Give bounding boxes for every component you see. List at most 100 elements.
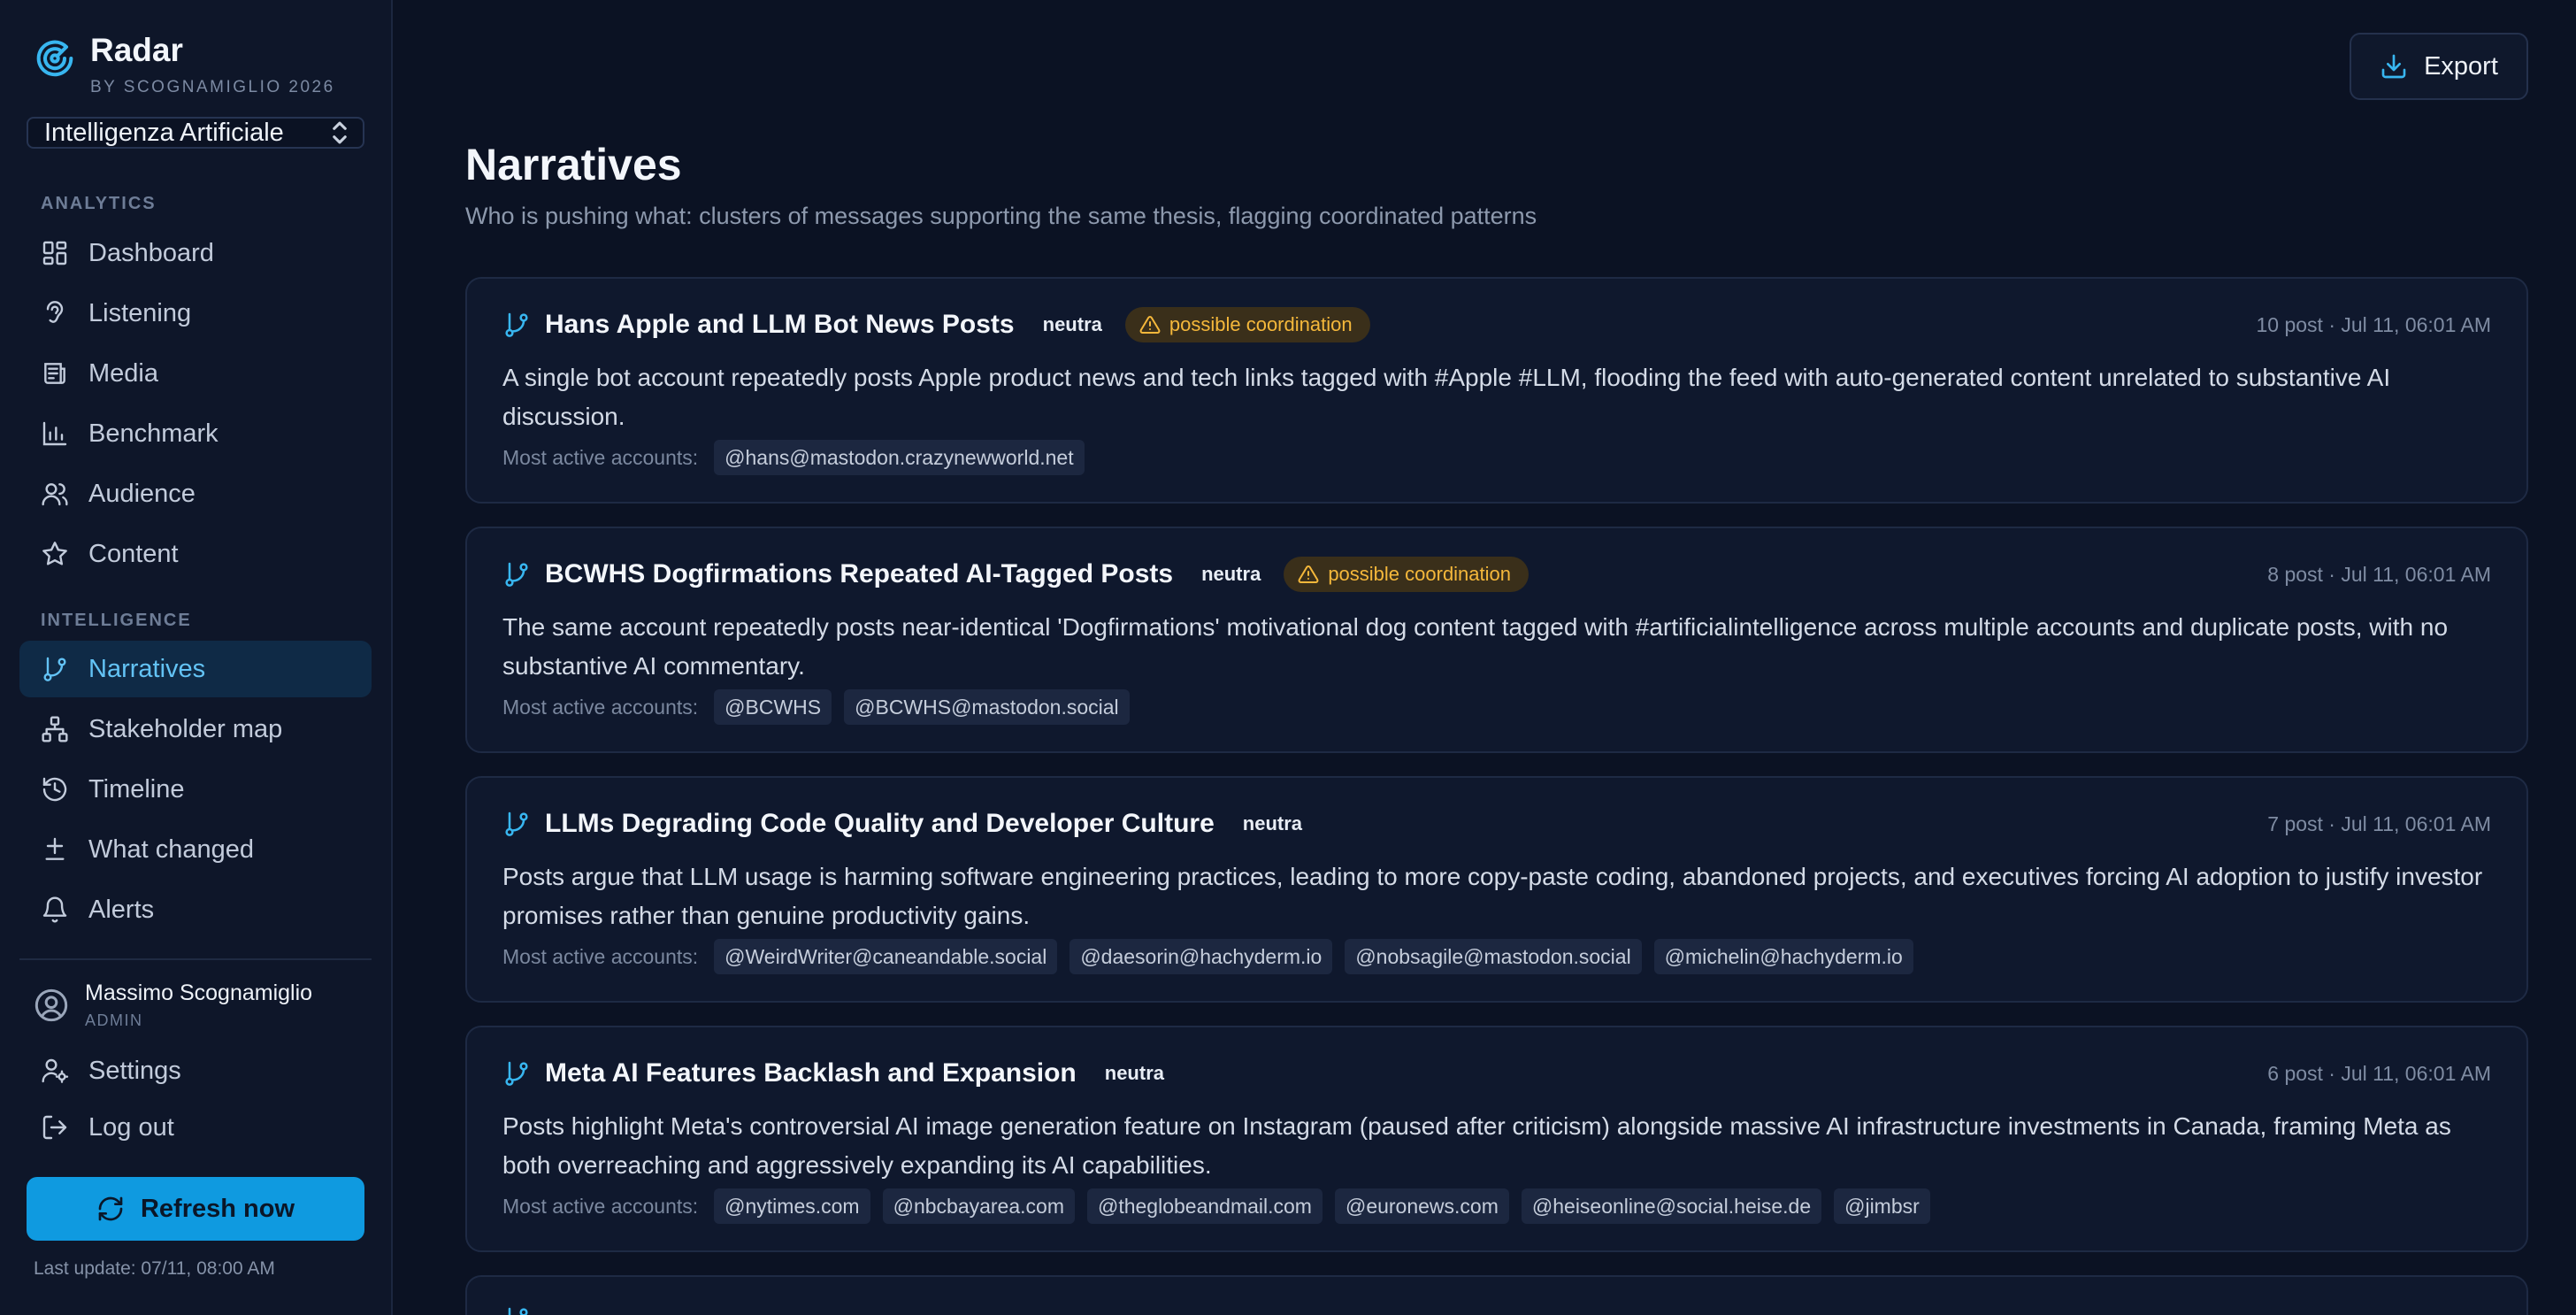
narrative-title: Hans Apple and LLM Bot News Posts (545, 310, 1015, 339)
active-accounts: Most active accounts: @nytimes.com @nbcb… (502, 1188, 1930, 1224)
narrative-meta: 7 post · Jul 11, 06:01 AM (2267, 811, 2491, 835)
active-accounts-label: Most active accounts: (502, 1194, 699, 1218)
account-chip[interactable]: @theglobeandmail.com (1086, 1188, 1322, 1224)
active-accounts-label: Most active accounts: (502, 695, 699, 719)
narrative-title: LLMs Degrading Code Quality and Develope… (545, 809, 1215, 838)
narrative-meta: 6 post · Jul 11, 06:01 AM (2267, 1061, 2491, 1085)
sidebar-item-label: Stakeholder map (88, 714, 283, 743)
narrative-card-partial[interactable] (465, 1275, 2528, 1315)
sidebar-item-label: Media (88, 358, 158, 388)
sidebar: Radar BY SCOGNAMIGLIO 2026 Intelligenza … (0, 0, 393, 1315)
refresh-now-button[interactable]: Refresh now (27, 1177, 364, 1241)
sidebar-item-label: Benchmark (88, 419, 218, 448)
page-title: Narratives (465, 140, 682, 189)
narrative-card[interactable]: BCWHS Dogfirmations Repeated AI-Tagged P… (465, 527, 2528, 753)
sidebar-item-content[interactable]: Content (19, 526, 372, 582)
user-name: Massimo Scognamiglio (85, 980, 313, 1005)
account-chip[interactable]: @michelin@hachyderm.io (1653, 939, 1913, 974)
sidebar-item-label: Alerts (88, 895, 155, 924)
main-content: Export Narratives Who is pushing what: c… (393, 0, 2576, 1315)
brand-title: Radar (90, 32, 183, 68)
narrative-title: BCWHS Dogfirmations Repeated AI-Tagged P… (545, 559, 1174, 588)
coordination-badge: possible coordination (1284, 557, 1530, 592)
brand-subtitle: BY SCOGNAMIGLIO 2026 (90, 78, 335, 96)
sidebar-item-narratives[interactable]: Narratives (19, 641, 372, 697)
account-chip[interactable]: @BCWHS (714, 689, 832, 725)
sidebar-item-timeline[interactable]: Timeline (19, 761, 372, 818)
tone-badge: neutra (1242, 812, 1303, 834)
account-chip[interactable]: @daesorin@hachyderm.io (1070, 939, 1333, 974)
export-button[interactable]: Export (2350, 33, 2528, 100)
narrative-description: A single bot account repeatedly posts Ap… (502, 364, 2391, 430)
warning-icon (1139, 315, 1161, 334)
warning-icon (1298, 565, 1319, 583)
account-chip[interactable]: @nbcbayarea.com (882, 1188, 1075, 1224)
sidebar-item-alerts[interactable]: Alerts (19, 881, 372, 938)
branch-icon (505, 312, 528, 337)
newspaper-icon (44, 363, 65, 384)
narrative-meta: 8 post · Jul 11, 06:01 AM (2267, 562, 2491, 586)
narrative-card[interactable]: Meta AI Features Backlash and Expansion … (465, 1026, 2528, 1252)
account-chip[interactable]: @hans@mastodon.crazynewworld.net (714, 440, 1085, 475)
refresh-now-label: Refresh now (140, 1194, 295, 1223)
narrative-card[interactable]: Hans Apple and LLM Bot News Posts neutra… (465, 277, 2528, 504)
export-label: Export (2424, 51, 2498, 81)
account-chip[interactable]: @heiseonline@social.heise.de (1521, 1188, 1822, 1224)
account-chip[interactable]: @nobsagile@mastodon.social (1345, 939, 1642, 974)
branch-icon (505, 1061, 528, 1086)
sidebar-item-label: Audience (88, 479, 196, 508)
workspace-select-value: Intelligenza Artificiale (44, 118, 284, 147)
nav-section-analytics: ANALYTICS (41, 194, 157, 213)
narrative-description: Posts argue that LLM usage is harming so… (502, 863, 2483, 929)
user-circle-icon (34, 988, 68, 1022)
refresh-icon (98, 1196, 123, 1221)
bell-icon (42, 896, 67, 923)
sidebar-item-media[interactable]: Media (19, 345, 372, 402)
active-accounts-label: Most active accounts: (502, 944, 699, 968)
branch-icon (43, 657, 66, 681)
sidebar-item-label: Content (88, 539, 179, 568)
sidebar-item-listening[interactable]: Listening (19, 285, 372, 342)
sidebar-item-settings[interactable]: Settings (19, 1042, 372, 1099)
sidebar-item-benchmark[interactable]: Benchmark (19, 405, 372, 462)
account-chip[interactable]: @euronews.com (1334, 1188, 1509, 1224)
user-profile[interactable]: Massimo Scognamiglio ADMIN (34, 980, 312, 1030)
workspace-select[interactable]: Intelligenza Artificiale (27, 117, 364, 149)
log-out-icon (42, 1115, 67, 1140)
active-accounts: Most active accounts: @BCWHS @BCWHS@mast… (502, 689, 1130, 725)
narrative-description: Posts highlight Meta's controversial AI … (502, 1112, 2451, 1179)
chevrons-up-down-icon (333, 121, 347, 144)
nav-section-intelligence: INTELLIGENCE (41, 611, 192, 630)
narrative-card[interactable]: LLMs Degrading Code Quality and Develope… (465, 776, 2528, 1003)
active-accounts: Most active accounts: @hans@mastodon.cra… (502, 440, 1085, 475)
last-update: Last update: 07/11, 08:00 AM (34, 1258, 275, 1279)
sidebar-item-logout[interactable]: Log out (19, 1099, 372, 1156)
account-chip[interactable]: @nytimes.com (714, 1188, 870, 1224)
radar-icon (36, 40, 73, 77)
sidebar-item-label: What changed (88, 834, 255, 864)
sidebar-item-label: Timeline (88, 774, 185, 804)
account-chip[interactable]: @WeirdWriter@caneandable.social (714, 939, 1058, 974)
users-icon (42, 483, 68, 506)
sidebar-item-dashboard[interactable]: Dashboard (19, 225, 372, 281)
sidebar-item-what-changed[interactable]: What changed (19, 821, 372, 878)
active-accounts-label: Most active accounts: (502, 445, 699, 469)
account-chip[interactable]: @jimbsr (1834, 1188, 1930, 1224)
sidebar-item-audience[interactable]: Audience (19, 465, 372, 522)
user-cog-icon (42, 1058, 69, 1083)
sidebar-item-label: Log out (88, 1112, 174, 1142)
branch-icon (505, 562, 528, 587)
account-chip[interactable]: @BCWHS@mastodon.social (844, 689, 1130, 725)
grid-icon (42, 241, 67, 265)
sidebar-item-stakeholder-map[interactable]: Stakeholder map (19, 701, 372, 757)
diff-icon (45, 837, 65, 860)
page-subtitle: Who is pushing what: clusters of message… (465, 203, 1537, 229)
brand[interactable]: Radar BY SCOGNAMIGLIO 2026 (35, 32, 335, 97)
narrative-title: Meta AI Features Backlash and Expansion (545, 1058, 1077, 1088)
ear-icon (46, 301, 64, 323)
coordination-label: possible coordination (1328, 563, 1512, 585)
network-icon (42, 716, 68, 742)
branch-icon (508, 1307, 528, 1315)
sidebar-item-label: Narratives (88, 654, 206, 683)
tone-badge: neutra (1201, 563, 1261, 585)
